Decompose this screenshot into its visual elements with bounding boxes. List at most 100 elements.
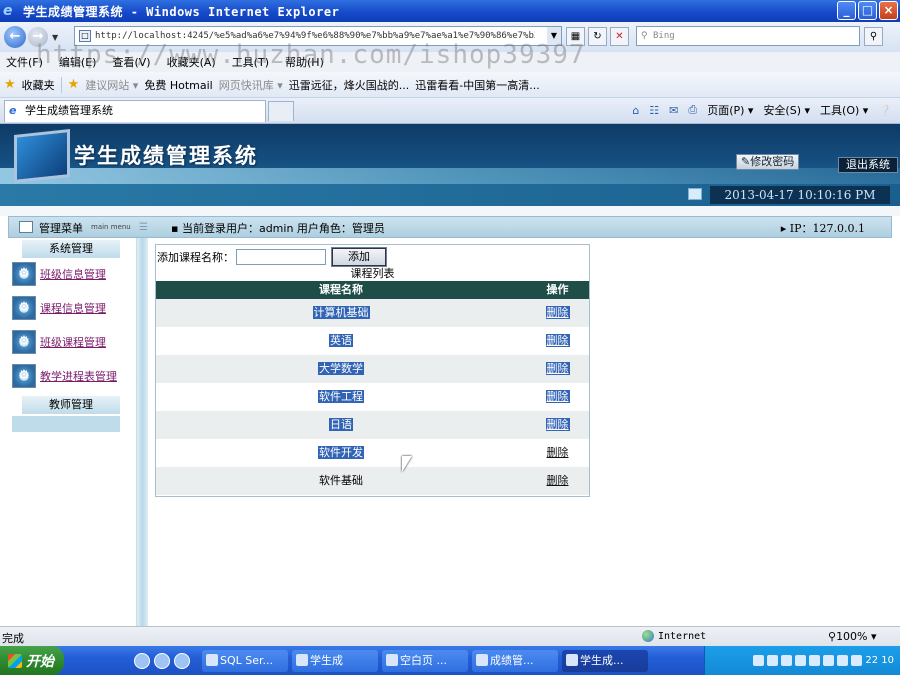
task-student-ie[interactable]: 学生成... [562, 649, 648, 672]
add-favorite-icon[interactable]: ★ [68, 77, 80, 92]
quicklaunch-desktop-icon[interactable] [134, 652, 150, 669]
tray-icon[interactable] [795, 655, 807, 666]
menu-edit[interactable]: 编辑(E) [59, 54, 97, 70]
tray-icon[interactable] [837, 655, 849, 666]
course-panel: 添加课程名称： 添加 课程列表 课程名称 操作 计算机基础 删除 英语 删除 大学数学删… [155, 244, 590, 497]
print-icon[interactable]: ⎙ [688, 103, 697, 117]
course-name-cell: 英语 [156, 327, 526, 355]
task-sql-server[interactable]: SQL Ser... [202, 649, 288, 672]
url-input[interactable]: http://localhost:4245/%e5%ad%a6%e7%94%9f… [95, 31, 535, 41]
sidebar-band [12, 416, 120, 432]
delete-link[interactable]: 删除 [545, 390, 570, 403]
header-strip [0, 206, 900, 216]
tray-icon[interactable] [781, 655, 793, 666]
new-tab-button[interactable] [268, 101, 294, 121]
delete-link[interactable]: 删除 [547, 446, 569, 459]
compatibility-icon[interactable]: ▦ [566, 27, 585, 46]
start-button[interactable]: 开始 [0, 646, 64, 675]
tools-menu[interactable]: 工具(O) ▾ [820, 102, 868, 118]
help-icon[interactable]: ❔ [878, 104, 892, 117]
delete-link[interactable]: 删除 [545, 334, 570, 347]
history-dropdown-icon[interactable]: ▼ [52, 33, 58, 42]
delete-link[interactable]: 删除 [545, 418, 570, 431]
stop-icon[interactable]: ✕ [610, 27, 629, 46]
sidebar-item-label[interactable]: 班级课程管理 [40, 334, 106, 350]
table-row: 软件工程 删除 [156, 383, 589, 411]
delete-link[interactable]: 删除 [545, 362, 570, 375]
fav-suggested-sites[interactable]: 建议网站 ▾ [85, 77, 138, 93]
sidebar-item-label[interactable]: 教学进程表管理 [40, 368, 117, 384]
ie-logo-icon: e [3, 3, 13, 19]
menu-file[interactable]: 文件(F) [6, 54, 43, 70]
change-password-button[interactable]: ✎修改密码 [736, 154, 800, 170]
fav-web-slices[interactable]: 网页快讯库 ▾ [219, 77, 283, 93]
sidebar-item-teaching-schedule[interactable]: ⚙ 教学进程表管理 [12, 364, 117, 388]
action-cell: 删除 [526, 467, 589, 495]
sidebar-item-label[interactable]: 班级信息管理 [40, 266, 106, 282]
task-label: 学生成... [580, 653, 624, 667]
sidebar-section-teacher[interactable]: 教师管理 [22, 396, 120, 414]
tab-student-system[interactable]: e 学生成绩管理系统 [4, 100, 266, 122]
search-placeholder: Bing [653, 31, 675, 41]
menu-bar: 文件(F) 编辑(E) 查看(V) 收藏夹(A) 工具(T) 帮助(H) [0, 52, 900, 72]
search-input[interactable]: ⚲ Bing [636, 26, 860, 46]
favorites-button[interactable]: 收藏夹 [22, 77, 55, 93]
tray-icon[interactable] [767, 655, 779, 666]
menu-help[interactable]: 帮助(H) [285, 54, 324, 70]
forward-button[interactable]: → [28, 27, 48, 47]
action-cell: 删除 [526, 355, 589, 383]
add-course-button[interactable]: 添加 [331, 247, 387, 267]
action-cell: 删除 [526, 299, 589, 327]
address-bar[interactable]: □ http://localhost:4245/%e5%ad%a6%e7%94%… [74, 26, 562, 46]
address-dropdown-icon[interactable]: ▼ [547, 27, 561, 45]
sidebar-item-label[interactable]: 课程信息管理 [40, 300, 106, 316]
menu-tools[interactable]: 工具(T) [232, 54, 269, 70]
menu-favorites[interactable]: 收藏夹(A) [167, 54, 216, 70]
menu-toggle-icon[interactable]: ☰ [139, 222, 148, 233]
quicklaunch-ie-icon[interactable] [154, 652, 170, 669]
navigation-bar: ← → ▼ □ http://localhost:4245/%e5%ad%a6%… [0, 22, 900, 52]
home-icon[interactable]: ⌂ [632, 104, 639, 117]
column-header-course-name: 课程名称 [319, 283, 363, 296]
course-name: 计算机基础 [312, 306, 370, 319]
search-icon[interactable]: ⚲ [864, 27, 883, 46]
tray-icon[interactable] [823, 655, 835, 666]
sidebar-item-course-info[interactable]: ⚙ 课程信息管理 [12, 296, 106, 320]
minimize-button[interactable]: _ [837, 1, 856, 20]
task-blank-page[interactable]: 空白页 ... [382, 649, 468, 672]
tray-icon[interactable] [753, 655, 765, 666]
tray-clock[interactable]: 22 10 [865, 655, 894, 666]
sidebar-splitter[interactable] [136, 238, 148, 626]
sidebar-item-class-info[interactable]: ⚙ 班级信息管理 [12, 262, 106, 286]
safety-menu[interactable]: 安全(S) ▾ [763, 102, 810, 118]
page-menu[interactable]: 页面(P) ▾ [707, 102, 753, 118]
back-button[interactable]: ← [4, 26, 26, 48]
volume-icon[interactable] [851, 655, 863, 666]
fav-xunlei-2[interactable]: 迅雷看看-中国第一高清... [415, 77, 539, 93]
refresh-icon[interactable]: ↻ [588, 27, 607, 46]
quicklaunch-media-icon[interactable] [174, 652, 190, 669]
task-student-project[interactable]: 学生成 [292, 649, 378, 672]
course-name: 软件工程 [318, 390, 364, 403]
zoom-level[interactable]: ⚲100% ▾ [828, 630, 877, 643]
favorites-bar: ★ 收藏夹 ★ 建议网站 ▾ 免费 Hotmail 网页快讯库 ▾ 迅雷远征，烽… [0, 72, 900, 98]
fav-hotmail[interactable]: 免费 Hotmail [144, 77, 212, 93]
delete-link[interactable]: 删除 [547, 474, 569, 487]
gear-icon: ⚙ [12, 296, 36, 320]
course-name-input[interactable] [236, 249, 326, 265]
logout-button[interactable]: 退出系统 [838, 157, 898, 173]
maximize-button[interactable]: □ [858, 1, 877, 20]
feeds-icon[interactable]: ☷ [649, 104, 659, 117]
mail-icon[interactable]: ✉ [669, 104, 678, 117]
tray-icon[interactable] [809, 655, 821, 666]
close-button[interactable]: × [879, 1, 898, 20]
sidebar-section-system[interactable]: 系统管理 [22, 240, 120, 258]
sidebar-item-class-course[interactable]: ⚙ 班级课程管理 [12, 330, 106, 354]
delete-link[interactable]: 删除 [545, 306, 570, 319]
security-zone: Internet [642, 630, 706, 642]
course-name-cell: 软件基础 [156, 467, 526, 495]
menu-view[interactable]: 查看(V) [112, 54, 150, 70]
action-cell: 删除 [526, 411, 589, 439]
task-grades-folder[interactable]: 成绩管... [472, 649, 558, 672]
fav-xunlei-1[interactable]: 迅雷远征，烽火国战的... [289, 77, 410, 93]
